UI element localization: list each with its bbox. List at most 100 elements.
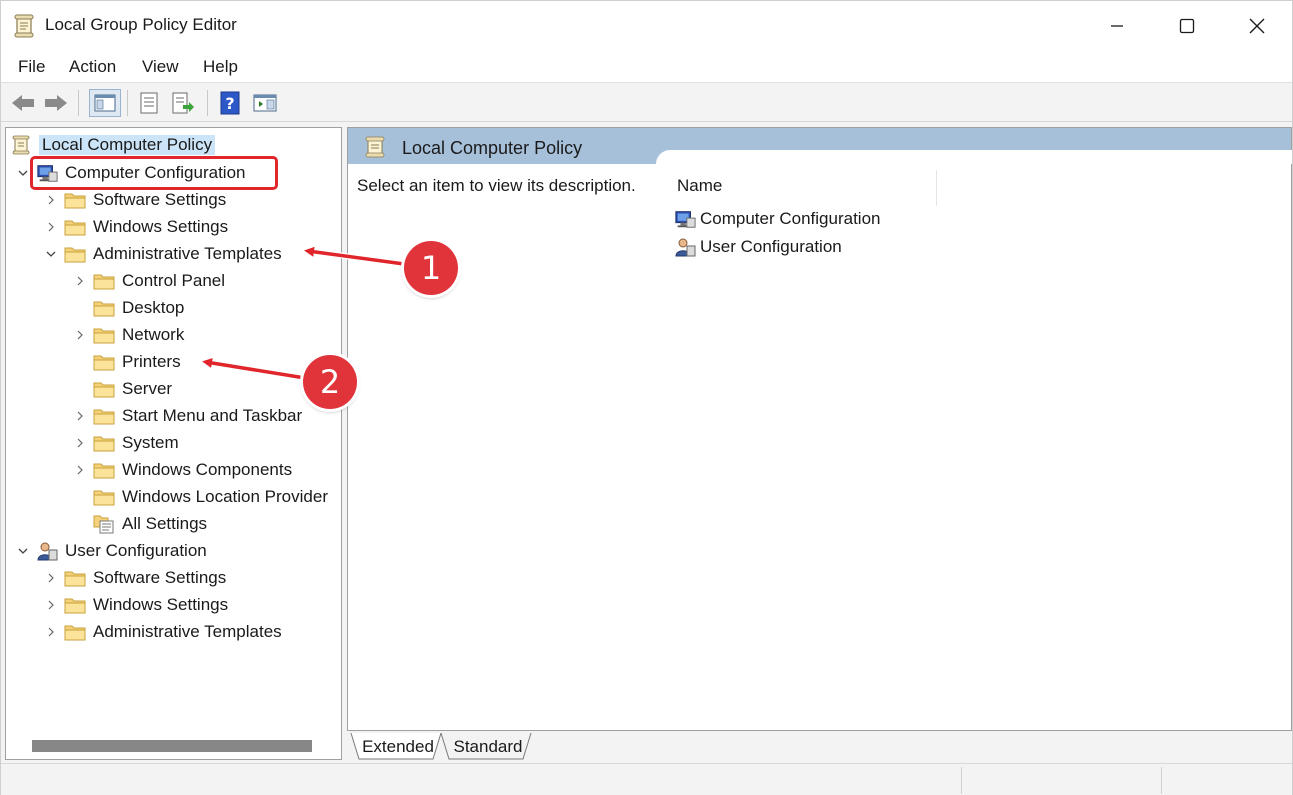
horizontal-scrollbar-thumb[interactable]	[32, 740, 312, 752]
chevron-right-icon[interactable]	[44, 220, 58, 234]
maximize-icon	[1179, 18, 1195, 34]
tab-extended[interactable]: Extended	[359, 733, 437, 760]
tree-item-user-software-settings[interactable]: Software Settings	[44, 564, 226, 591]
tree-item-label: Windows Components	[122, 459, 293, 479]
tree-item-label: Network	[122, 324, 185, 344]
show-hide-console-tree-button[interactable]	[89, 89, 121, 117]
tree-item-label: All Settings	[122, 513, 208, 533]
chevron-down-icon[interactable]	[16, 544, 30, 558]
tree-item-label: Windows Location Provider	[122, 486, 328, 506]
chevron-right-icon[interactable]	[73, 436, 87, 450]
tree-item-software-settings[interactable]: Software Settings	[44, 186, 226, 213]
tree-item-server[interactable]: Server	[93, 375, 172, 402]
details-header-title: Local Computer Policy	[402, 138, 583, 158]
help-button[interactable]: ?	[216, 89, 244, 117]
svg-text:?: ?	[225, 94, 234, 113]
help-icon: ?	[220, 91, 240, 115]
folder-icon	[93, 271, 115, 291]
folder-icon	[64, 595, 86, 615]
folder-icon	[93, 298, 115, 318]
list-item-computer-configuration[interactable]: Computer Configuration	[674, 206, 880, 232]
folder-icon	[64, 244, 86, 264]
all-settings-icon	[93, 514, 115, 534]
list-item-label: Computer Configuration	[700, 209, 881, 228]
chevron-right-icon[interactable]	[73, 274, 87, 288]
console-tree[interactable]: Local Computer Policy Computer Configura…	[5, 127, 342, 760]
folder-icon	[93, 433, 115, 453]
tree-item-label: Administrative Templates	[93, 243, 282, 263]
chevron-right-icon[interactable]	[73, 409, 87, 423]
tree-item-computer-configuration[interactable]: Computer Configuration	[16, 159, 245, 186]
status-separator	[961, 767, 962, 794]
minimize-icon	[1111, 25, 1123, 27]
show-action-pane-button[interactable]	[251, 89, 279, 117]
tree-item-windows-settings[interactable]: Windows Settings	[44, 213, 228, 240]
tree-item-start-menu-and-taskbar[interactable]: Start Menu and Taskbar	[73, 402, 302, 429]
toolbar: ?	[1, 84, 1292, 122]
tree-item-user-configuration[interactable]: User Configuration	[16, 537, 207, 564]
folder-icon	[93, 487, 115, 507]
tree-item-windows-location-provider[interactable]: Windows Location Provider	[93, 483, 328, 510]
description-text: Select an item to view its description.	[357, 176, 636, 195]
tab-standard[interactable]: Standard	[448, 733, 528, 760]
tree-item-label: Administrative Templates	[93, 621, 282, 641]
tree-item-system[interactable]: System	[73, 429, 179, 456]
tree-item-label: System	[122, 432, 179, 452]
policy-scroll-icon	[365, 136, 385, 158]
chevron-right-icon[interactable]	[73, 328, 87, 342]
tree-item-windows-components[interactable]: Windows Components	[73, 456, 292, 483]
back-button[interactable]	[9, 89, 37, 117]
chevron-right-icon[interactable]	[44, 598, 58, 612]
chevron-right-icon[interactable]	[44, 625, 58, 639]
tree-item-label: Server	[122, 378, 173, 398]
chevron-right-icon[interactable]	[44, 193, 58, 207]
tree-item-label: Software Settings	[93, 189, 227, 209]
back-arrow-icon	[12, 95, 34, 111]
column-separator[interactable]	[936, 170, 937, 206]
properties-icon	[140, 92, 158, 114]
chevron-down-icon[interactable]	[16, 166, 30, 180]
chevron-right-icon[interactable]	[44, 571, 58, 585]
menu-help[interactable]: Help	[203, 57, 238, 77]
maximize-button[interactable]	[1152, 1, 1222, 51]
tree-item-user-windows-settings[interactable]: Windows Settings	[44, 591, 228, 618]
computer-icon	[36, 163, 58, 183]
tree-item-control-panel[interactable]: Control Panel	[73, 267, 225, 294]
toolbar-separator	[207, 90, 208, 116]
tree-item-all-settings[interactable]: All Settings	[93, 510, 207, 537]
column-header-name[interactable]: Name	[677, 176, 722, 196]
tree-item-user-administrative-templates[interactable]: Administrative Templates	[44, 618, 282, 645]
minimize-button[interactable]	[1082, 1, 1152, 51]
folder-icon	[64, 190, 86, 210]
window-title: Local Group Policy Editor	[45, 15, 237, 34]
folder-icon	[93, 325, 115, 345]
properties-button[interactable]	[135, 89, 163, 117]
tree-item-administrative-templates[interactable]: Administrative Templates	[44, 240, 282, 267]
chevron-down-icon[interactable]	[44, 247, 58, 261]
export-list-button[interactable]	[169, 89, 197, 117]
title-bar: Local Group Policy Editor	[1, 1, 1292, 51]
status-bar	[1, 763, 1292, 795]
tree-item-label: Computer Configuration	[65, 162, 246, 182]
folder-icon	[93, 352, 115, 372]
list-item-user-configuration[interactable]: User Configuration	[674, 234, 842, 260]
forward-button[interactable]	[42, 89, 70, 117]
details-pane: Local Computer Policy Select an item to …	[347, 127, 1292, 731]
tree-item-label: Printers	[122, 351, 181, 371]
tree-item-label: Windows Settings	[93, 594, 229, 614]
folder-icon	[64, 568, 86, 588]
chevron-right-icon[interactable]	[73, 463, 87, 477]
tree-item-label: Control Panel	[122, 270, 226, 290]
user-icon	[36, 541, 58, 561]
forward-arrow-icon	[45, 95, 67, 111]
tree-item-desktop[interactable]: Desktop	[93, 294, 184, 321]
tree-item-label: Start Menu and Taskbar	[122, 405, 303, 425]
menu-action[interactable]: Action	[69, 57, 116, 77]
menu-file[interactable]: File	[18, 57, 45, 77]
tree-item-network[interactable]: Network	[73, 321, 184, 348]
folder-icon	[93, 406, 115, 426]
close-button[interactable]	[1222, 1, 1292, 51]
tree-item-local-computer-policy[interactable]: Local Computer Policy	[10, 131, 216, 158]
tree-item-printers[interactable]: Printers	[93, 348, 181, 375]
menu-view[interactable]: View	[142, 57, 179, 77]
